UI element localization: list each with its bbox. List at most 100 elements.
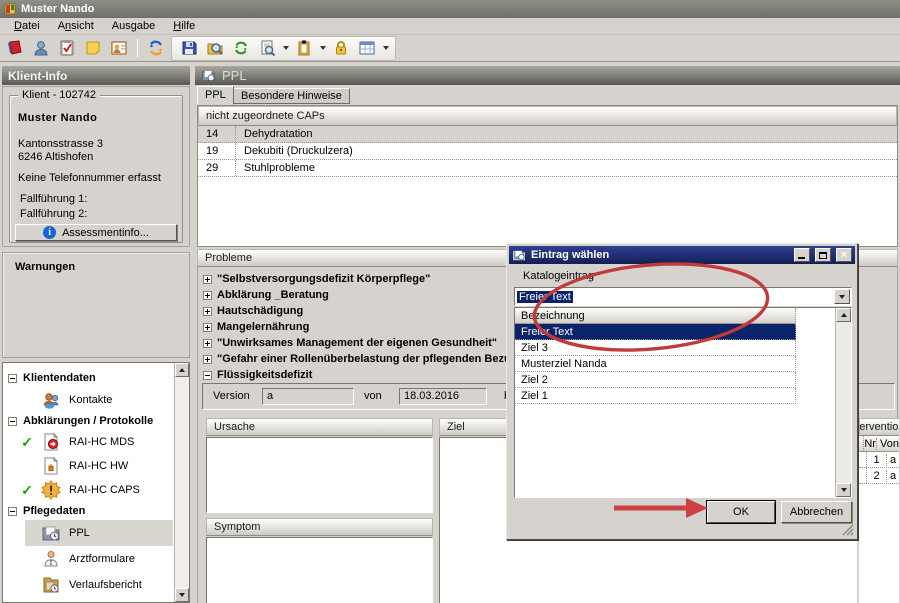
combobox-value: Freier Text (517, 291, 573, 303)
user-card-icon[interactable] (108, 37, 130, 59)
scroll-up-icon[interactable] (175, 363, 189, 377)
expand-icon[interactable] (203, 323, 212, 332)
document-red-icon (41, 432, 61, 452)
client-phone-note: Keine Telefonnummer erfasst (18, 172, 161, 184)
expand-icon[interactable] (203, 339, 212, 348)
intervention-row[interactable]: 1 a (859, 452, 899, 468)
tab-strip: PPL Besondere Hinweise (197, 86, 898, 105)
caps-row-text: Dehydratation (236, 128, 313, 140)
window-title: Muster Nando (21, 3, 94, 15)
chevron-down-icon (839, 295, 845, 299)
ursache-textarea[interactable] (206, 437, 433, 513)
intervention-row[interactable]: 2 a (859, 468, 899, 484)
caps-table: 14 Dehydratation 19 Dekubiti (Druckulzer… (198, 126, 897, 177)
list-item[interactable]: Ziel 2 (515, 372, 796, 388)
caps-row-nr: 14 (198, 126, 236, 142)
ok-button[interactable]: OK (707, 501, 775, 523)
nav-item-kontakte[interactable]: Kontakte (3, 388, 173, 412)
dialog-title: Eintrag wählen (531, 249, 789, 261)
combobox-dropdown-button[interactable] (834, 289, 850, 304)
caps-panel: nicht zugeordnete CAPs 14 Dehydratation … (197, 105, 898, 247)
list-item[interactable]: Ziel 1 (515, 388, 796, 404)
menu-ansicht[interactable]: Ansicht (50, 19, 102, 33)
scroll-up-icon[interactable] (836, 308, 851, 322)
collapse-icon[interactable] (8, 374, 17, 383)
folder-clock-icon (201, 68, 216, 83)
clipboard-check-icon[interactable] (56, 37, 78, 59)
paste-icon[interactable] (293, 37, 315, 59)
nav-section-pflegedaten[interactable]: Pflegedaten (3, 502, 173, 520)
expand-icon[interactable] (203, 291, 212, 300)
maximize-icon[interactable] (815, 248, 831, 262)
exit-icon[interactable] (4, 37, 26, 59)
tab-besondere-hinweise[interactable]: Besondere Hinweise (233, 88, 350, 104)
dialog-titlebar[interactable]: Eintrag wählen × (509, 246, 855, 264)
list-item[interactable]: Ziel 3 (515, 340, 796, 356)
menu-datei[interactable]: Datei (6, 19, 48, 33)
nav-item-verlaufsbericht[interactable]: Verlaufsbericht (3, 572, 173, 597)
search-icon[interactable] (204, 37, 226, 59)
assessmentinfo-button[interactable]: i Assessmentinfo... (15, 224, 177, 241)
collapse-icon[interactable] (8, 417, 17, 426)
lock-icon[interactable] (330, 37, 352, 59)
folder-report-icon (41, 575, 61, 595)
nav-item-rai-hc-hw[interactable]: RAI-HC HW (3, 454, 173, 478)
nav-section-klientendaten[interactable]: Klientendaten (3, 368, 173, 388)
expand-icon[interactable] (203, 307, 212, 316)
nav-item-rai-hc-mds[interactable]: ✓ RAI-HC MDS (3, 430, 173, 454)
nav-item-ppl[interactable]: PPL (3, 520, 173, 546)
katalogeintrag-label: Katalogeintrag (523, 270, 594, 282)
client-address-line2: 6246 Altishofen (18, 151, 93, 163)
list-column-header[interactable]: Bezeichnung (515, 308, 796, 324)
client-address-line1: Kantonsstrasse 3 (18, 138, 103, 150)
list-item-selected[interactable]: Freier Text (515, 324, 796, 340)
symptom-textarea[interactable] (206, 537, 433, 603)
sync-icon[interactable] (145, 37, 167, 59)
intervention-header: Intervention (859, 418, 899, 436)
nav-tree-scrollbar[interactable] (174, 363, 189, 602)
minimize-icon[interactable] (794, 248, 810, 262)
tab-ppl[interactable]: PPL (197, 86, 234, 105)
grid-icon[interactable] (356, 37, 378, 59)
cancel-button[interactable]: Abbrechen (781, 501, 852, 523)
katalogeintrag-combobox[interactable]: Freier Text (514, 287, 852, 306)
menu-hilfe[interactable]: Hilfe (165, 19, 203, 33)
refresh-icon[interactable] (230, 37, 252, 59)
resize-grip[interactable] (842, 524, 854, 536)
save-icon[interactable] (178, 37, 200, 59)
print-preview-caret-icon[interactable] (283, 46, 289, 50)
caps-row-text: Stuhlprobleme (236, 162, 315, 174)
close-icon[interactable]: × (836, 248, 852, 262)
list-scrollbar[interactable] (835, 308, 851, 497)
expand-icon[interactable] (203, 355, 212, 364)
note-icon[interactable] (82, 37, 104, 59)
intervention-panel: Intervention Nr Von 1 a 2 a (859, 418, 899, 603)
scroll-down-icon[interactable] (836, 483, 851, 497)
alert-star-icon (41, 480, 61, 500)
paste-caret-icon[interactable] (320, 46, 326, 50)
ppl-header: PPL (195, 66, 900, 85)
scroll-down-icon[interactable] (175, 588, 189, 602)
menu-ausgabe[interactable]: Ausgabe (104, 19, 163, 33)
caps-row[interactable]: 29 Stuhlprobleme (198, 160, 897, 177)
nav-section-abklaerungen[interactable]: Abklärungen / Protokolle (3, 412, 173, 430)
nav-item-arztformulare[interactable]: Arztformulare (3, 546, 173, 572)
caps-row-text: Dekubiti (Druckulzera) (236, 145, 353, 157)
grid-caret-icon[interactable] (383, 46, 389, 50)
folder-clock-icon (41, 523, 61, 543)
caps-row[interactable]: 19 Dekubiti (Druckulzera) (198, 143, 897, 160)
fallfuehrung1-label: Fallführung 1: (20, 193, 87, 205)
print-preview-icon[interactable] (256, 37, 278, 59)
nav-item-rai-hc-caps[interactable]: ✓ RAI-HC CAPS (3, 478, 173, 502)
caps-row-nr: 19 (198, 143, 236, 159)
von-value-field[interactable]: 18.03.2016 (399, 388, 487, 405)
caps-row[interactable]: 14 Dehydratation (198, 126, 897, 143)
user-icon[interactable] (30, 37, 52, 59)
list-item[interactable]: Musterziel Nanda (515, 356, 796, 372)
document-home-icon (41, 456, 61, 476)
client-info-panel: Klient - 102742 Muster Nando Kantonsstra… (2, 86, 190, 247)
collapse-icon[interactable] (8, 507, 17, 516)
collapse-icon[interactable] (203, 371, 212, 380)
expand-icon[interactable] (203, 275, 212, 284)
version-value-field[interactable]: a (262, 388, 354, 405)
